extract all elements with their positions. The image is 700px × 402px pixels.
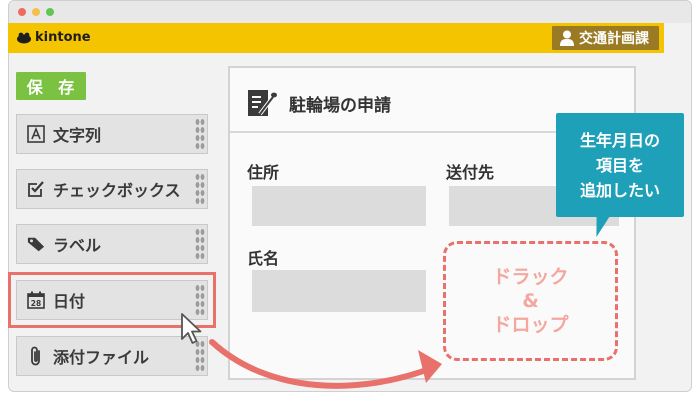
drag-arrow-icon xyxy=(209,339,442,389)
mouse-cursor-icon xyxy=(181,313,202,344)
